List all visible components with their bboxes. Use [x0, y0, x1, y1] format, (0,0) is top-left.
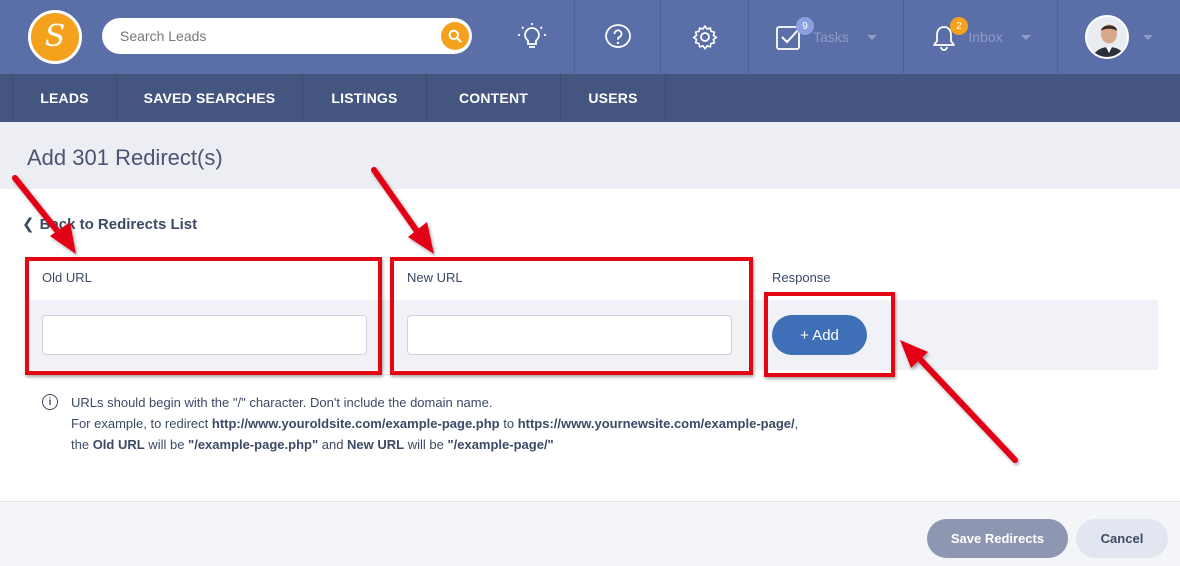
settings-button[interactable]	[660, 0, 748, 74]
old-url-highlight-box	[25, 257, 382, 375]
gear-icon	[692, 25, 717, 50]
ideas-button[interactable]	[490, 0, 574, 74]
back-to-redirects-link[interactable]: ❮ Back to Redirects List	[22, 215, 198, 234]
tasks-menu[interactable]: 9 Tasks	[748, 0, 903, 74]
help-line-3: the Old URL will be "/example-page.php" …	[71, 437, 554, 452]
main-nav: LEADS SAVED SEARCHES LISTINGS CONTENT US…	[0, 74, 1180, 122]
user-photo	[1087, 17, 1127, 57]
user-menu[interactable]	[1057, 0, 1180, 74]
search-button[interactable]	[441, 22, 469, 50]
tasks-label: Tasks	[813, 29, 849, 45]
app-logo[interactable]: S	[28, 10, 82, 64]
user-chevron-down-icon	[1143, 34, 1153, 40]
chevron-left-icon: ❮	[22, 216, 35, 233]
logo-letter: S	[44, 19, 66, 54]
inbox-menu[interactable]: 2 Inbox	[903, 0, 1057, 74]
help-line-2: For example, to redirect http://www.your…	[71, 416, 799, 431]
back-link-label: Back to Redirects List	[39, 215, 198, 233]
help-icon	[604, 24, 631, 48]
cancel-button[interactable]: Cancel	[1076, 519, 1168, 558]
nav-content[interactable]: CONTENT	[427, 74, 561, 122]
lightbulb-icon	[518, 23, 546, 48]
top-bar: S Search Leads 9 Tasks 2 Inbox	[0, 0, 1180, 74]
response-label: Response	[772, 270, 831, 285]
avatar	[1085, 15, 1129, 59]
nav-users[interactable]: USERS	[561, 74, 666, 122]
search-input[interactable]	[120, 18, 430, 54]
search-icon	[448, 29, 462, 43]
tasks-chevron-down-icon	[866, 34, 877, 40]
inbox-label: Inbox	[968, 29, 1003, 45]
search-box	[102, 18, 472, 54]
inbox-chevron-down-icon	[1020, 34, 1031, 40]
help-line-1: URLs should begin with the "/" character…	[71, 395, 493, 410]
nav-leads[interactable]: LEADS	[12, 74, 117, 122]
nav-saved-searches[interactable]: SAVED SEARCHES	[117, 74, 303, 122]
new-url-highlight-box	[390, 257, 753, 375]
inbox-badge: 2	[950, 17, 968, 35]
page-header: Add 301 Redirect(s)	[0, 122, 1180, 189]
add-button-highlight-box	[764, 292, 895, 377]
nav-listings[interactable]: LISTINGS	[303, 74, 427, 122]
page-title: Add 301 Redirect(s)	[27, 145, 223, 170]
save-redirects-button[interactable]: Save Redirects	[927, 519, 1068, 558]
info-icon: i	[42, 394, 58, 410]
tasks-badge: 9	[796, 17, 814, 35]
help-button[interactable]	[574, 0, 660, 74]
